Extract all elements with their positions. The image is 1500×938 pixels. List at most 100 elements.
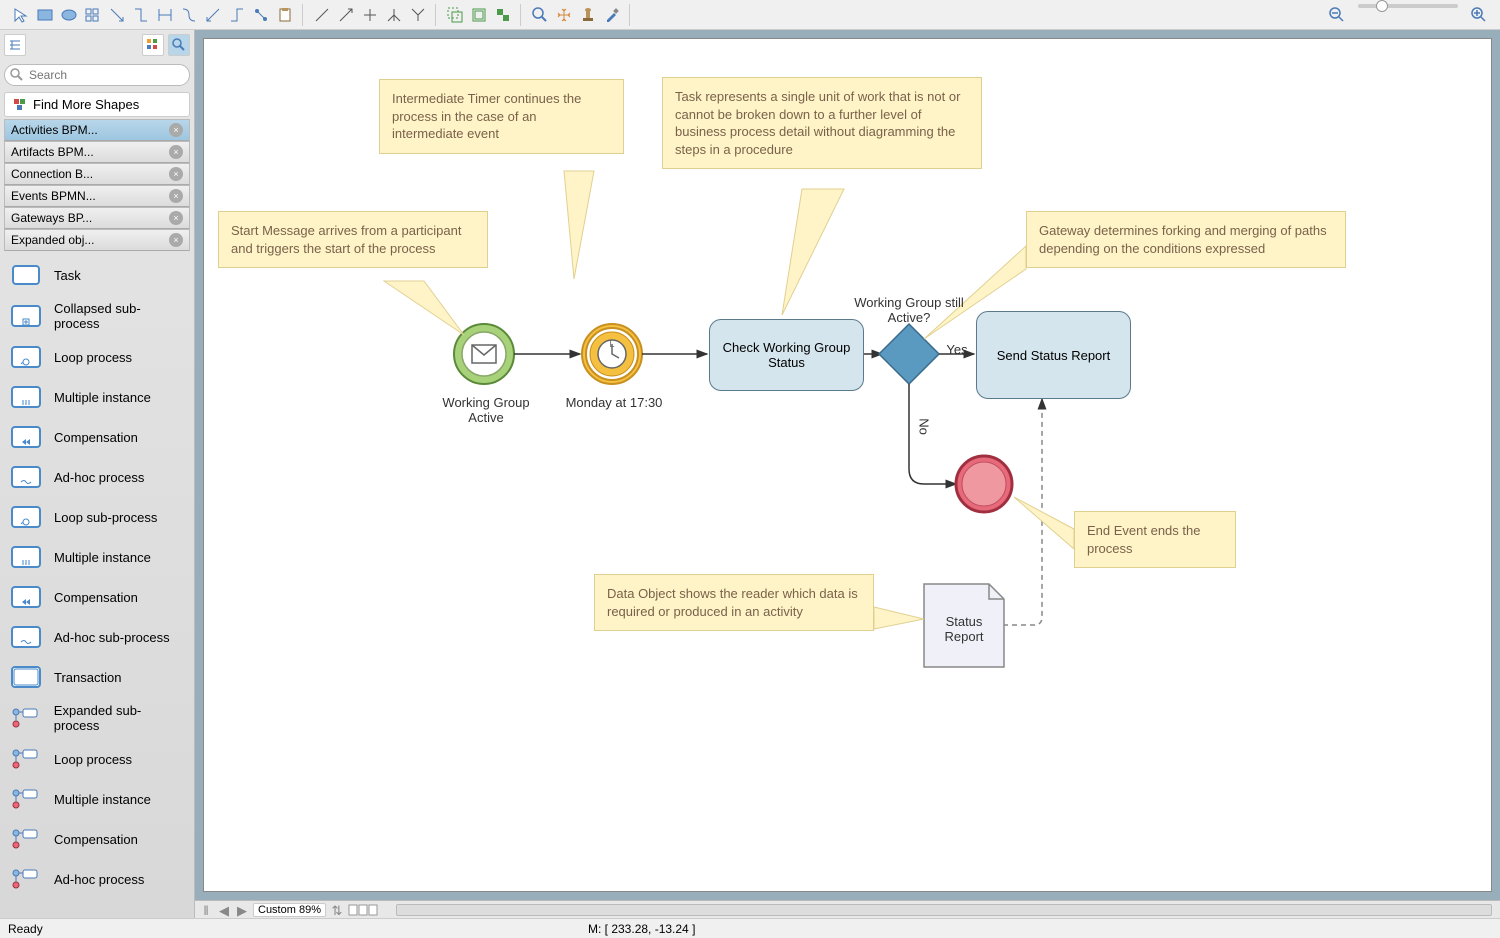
shape-label: Compensation [54,590,138,605]
shape-item[interactable]: Task [4,255,190,295]
shape-icon [8,423,44,451]
close-icon[interactable]: × [169,211,183,225]
status-ready: Ready [8,922,588,936]
zoom-stepper[interactable]: ⇅ [330,903,344,917]
shape-icon [8,745,44,773]
zoom-thumb[interactable] [1376,0,1388,12]
scroll-pause[interactable]: ‖ [199,903,213,917]
ellipse-tool[interactable] [58,4,80,26]
category-item[interactable]: Connection B...× [4,163,190,185]
shape-item[interactable]: Multiple instance [4,779,190,819]
shape-item[interactable]: Loop process [4,739,190,779]
shape-item[interactable]: Loop sub-process [4,497,190,537]
group2[interactable] [468,4,490,26]
category-item[interactable]: Activities BPM...× [4,119,190,141]
diagram-svg: L [204,39,1374,789]
app-window: Find More Shapes Activities BPM...×Artif… [0,0,1500,938]
tree-view-icon[interactable] [4,34,26,56]
shape-label: Loop sub-process [54,510,157,525]
page-icons[interactable] [348,904,388,916]
line1[interactable] [311,4,333,26]
shape-item[interactable]: Collapsed sub-process [4,295,190,337]
connector2[interactable] [130,4,152,26]
shape-categories: Activities BPM...×Artifacts BPM...×Conne… [0,119,194,251]
eyedropper-tool[interactable] [601,4,623,26]
shape-item[interactable]: Expanded sub-process [4,697,190,739]
status-bar: Ready M: [ 233.28, -13.24 ] [0,918,1500,938]
grid-view-icon[interactable] [142,34,164,56]
shape-label: Multiple instance [54,550,151,565]
connector4[interactable] [178,4,200,26]
task-send-report[interactable]: Send Status Report [976,311,1131,399]
connector5[interactable] [202,4,224,26]
sidebar-search [0,60,194,90]
sidebar: Find More Shapes Activities BPM...×Artif… [0,30,195,918]
zoom-out[interactable] [1326,4,1348,26]
canvas[interactable]: Intermediate Timer continues the process… [203,38,1492,892]
group3[interactable] [492,4,514,26]
status-coords: M: [ 233.28, -13.24 ] [588,922,695,936]
shape-icon [8,543,44,571]
category-item[interactable]: Events BPMN...× [4,185,190,207]
h-scroll-track[interactable] [396,904,1492,916]
shape-item[interactable]: Compensation [4,417,190,457]
shape-item[interactable]: Multiple instance [4,377,190,417]
shape-item[interactable]: Ad-hoc sub-process [4,617,190,657]
category-item[interactable]: Expanded obj...× [4,229,190,251]
shape-item[interactable]: Transaction [4,657,190,697]
timer-label: Monday at 17:30 [564,395,664,410]
connector3[interactable] [154,4,176,26]
shape-item[interactable]: Ad-hoc process [4,457,190,497]
rect-tool[interactable] [34,4,56,26]
branch-tool[interactable] [383,4,405,26]
sidebar-tabs [0,30,194,60]
shape-icon [8,302,44,330]
category-item[interactable]: Artifacts BPM...× [4,141,190,163]
select-tool[interactable] [10,4,32,26]
shape-label: Collapsed sub-process [54,301,186,331]
shape-item[interactable]: Ad-hoc process [4,859,190,899]
start-label: Working Group Active [436,395,536,425]
no-label: No [917,417,932,437]
connector7[interactable] [250,4,272,26]
zoom-tool[interactable] [529,4,551,26]
zoom-label[interactable]: Custom 89% [253,903,326,917]
search-view-icon[interactable] [168,34,190,56]
shape-icon [8,583,44,611]
shape-icon [8,785,44,813]
scroll-left[interactable]: ◀ [217,903,231,917]
zoom-slider[interactable] [1358,4,1458,8]
find-more-shapes[interactable]: Find More Shapes [4,92,190,117]
pan-tool[interactable] [553,4,575,26]
shape-icon [8,383,44,411]
close-icon[interactable]: × [169,145,183,159]
merge-tool[interactable] [407,4,429,26]
group1[interactable] [444,4,466,26]
grid-tool[interactable] [82,4,104,26]
shape-label: Ad-hoc sub-process [54,630,170,645]
connector6[interactable] [226,4,248,26]
close-icon[interactable]: × [169,123,183,137]
task-check-status[interactable]: Check Working Group Status [709,319,864,391]
shape-item[interactable]: Loop process [4,337,190,377]
shape-item[interactable]: Compensation [4,577,190,617]
close-icon[interactable]: × [169,167,183,181]
shape-icon [8,865,44,893]
connector1[interactable] [106,4,128,26]
stamp-tool[interactable] [577,4,599,26]
shape-icon [8,623,44,651]
clipboard-tool[interactable] [274,4,296,26]
close-icon[interactable]: × [169,189,183,203]
scroll-right[interactable]: ▶ [235,903,249,917]
shape-label: Task [54,268,81,283]
search-input[interactable] [4,64,190,86]
search-icon [10,68,24,82]
line2[interactable] [335,4,357,26]
line3[interactable] [359,4,381,26]
shape-item[interactable]: Multiple instance [4,537,190,577]
close-icon[interactable]: × [169,233,183,247]
category-item[interactable]: Gateways BP...× [4,207,190,229]
zoom-in[interactable] [1468,4,1490,26]
shape-item[interactable]: Compensation [4,819,190,859]
horizontal-scrollbar: ‖ ◀ ▶ Custom 89% ⇅ [195,900,1500,918]
